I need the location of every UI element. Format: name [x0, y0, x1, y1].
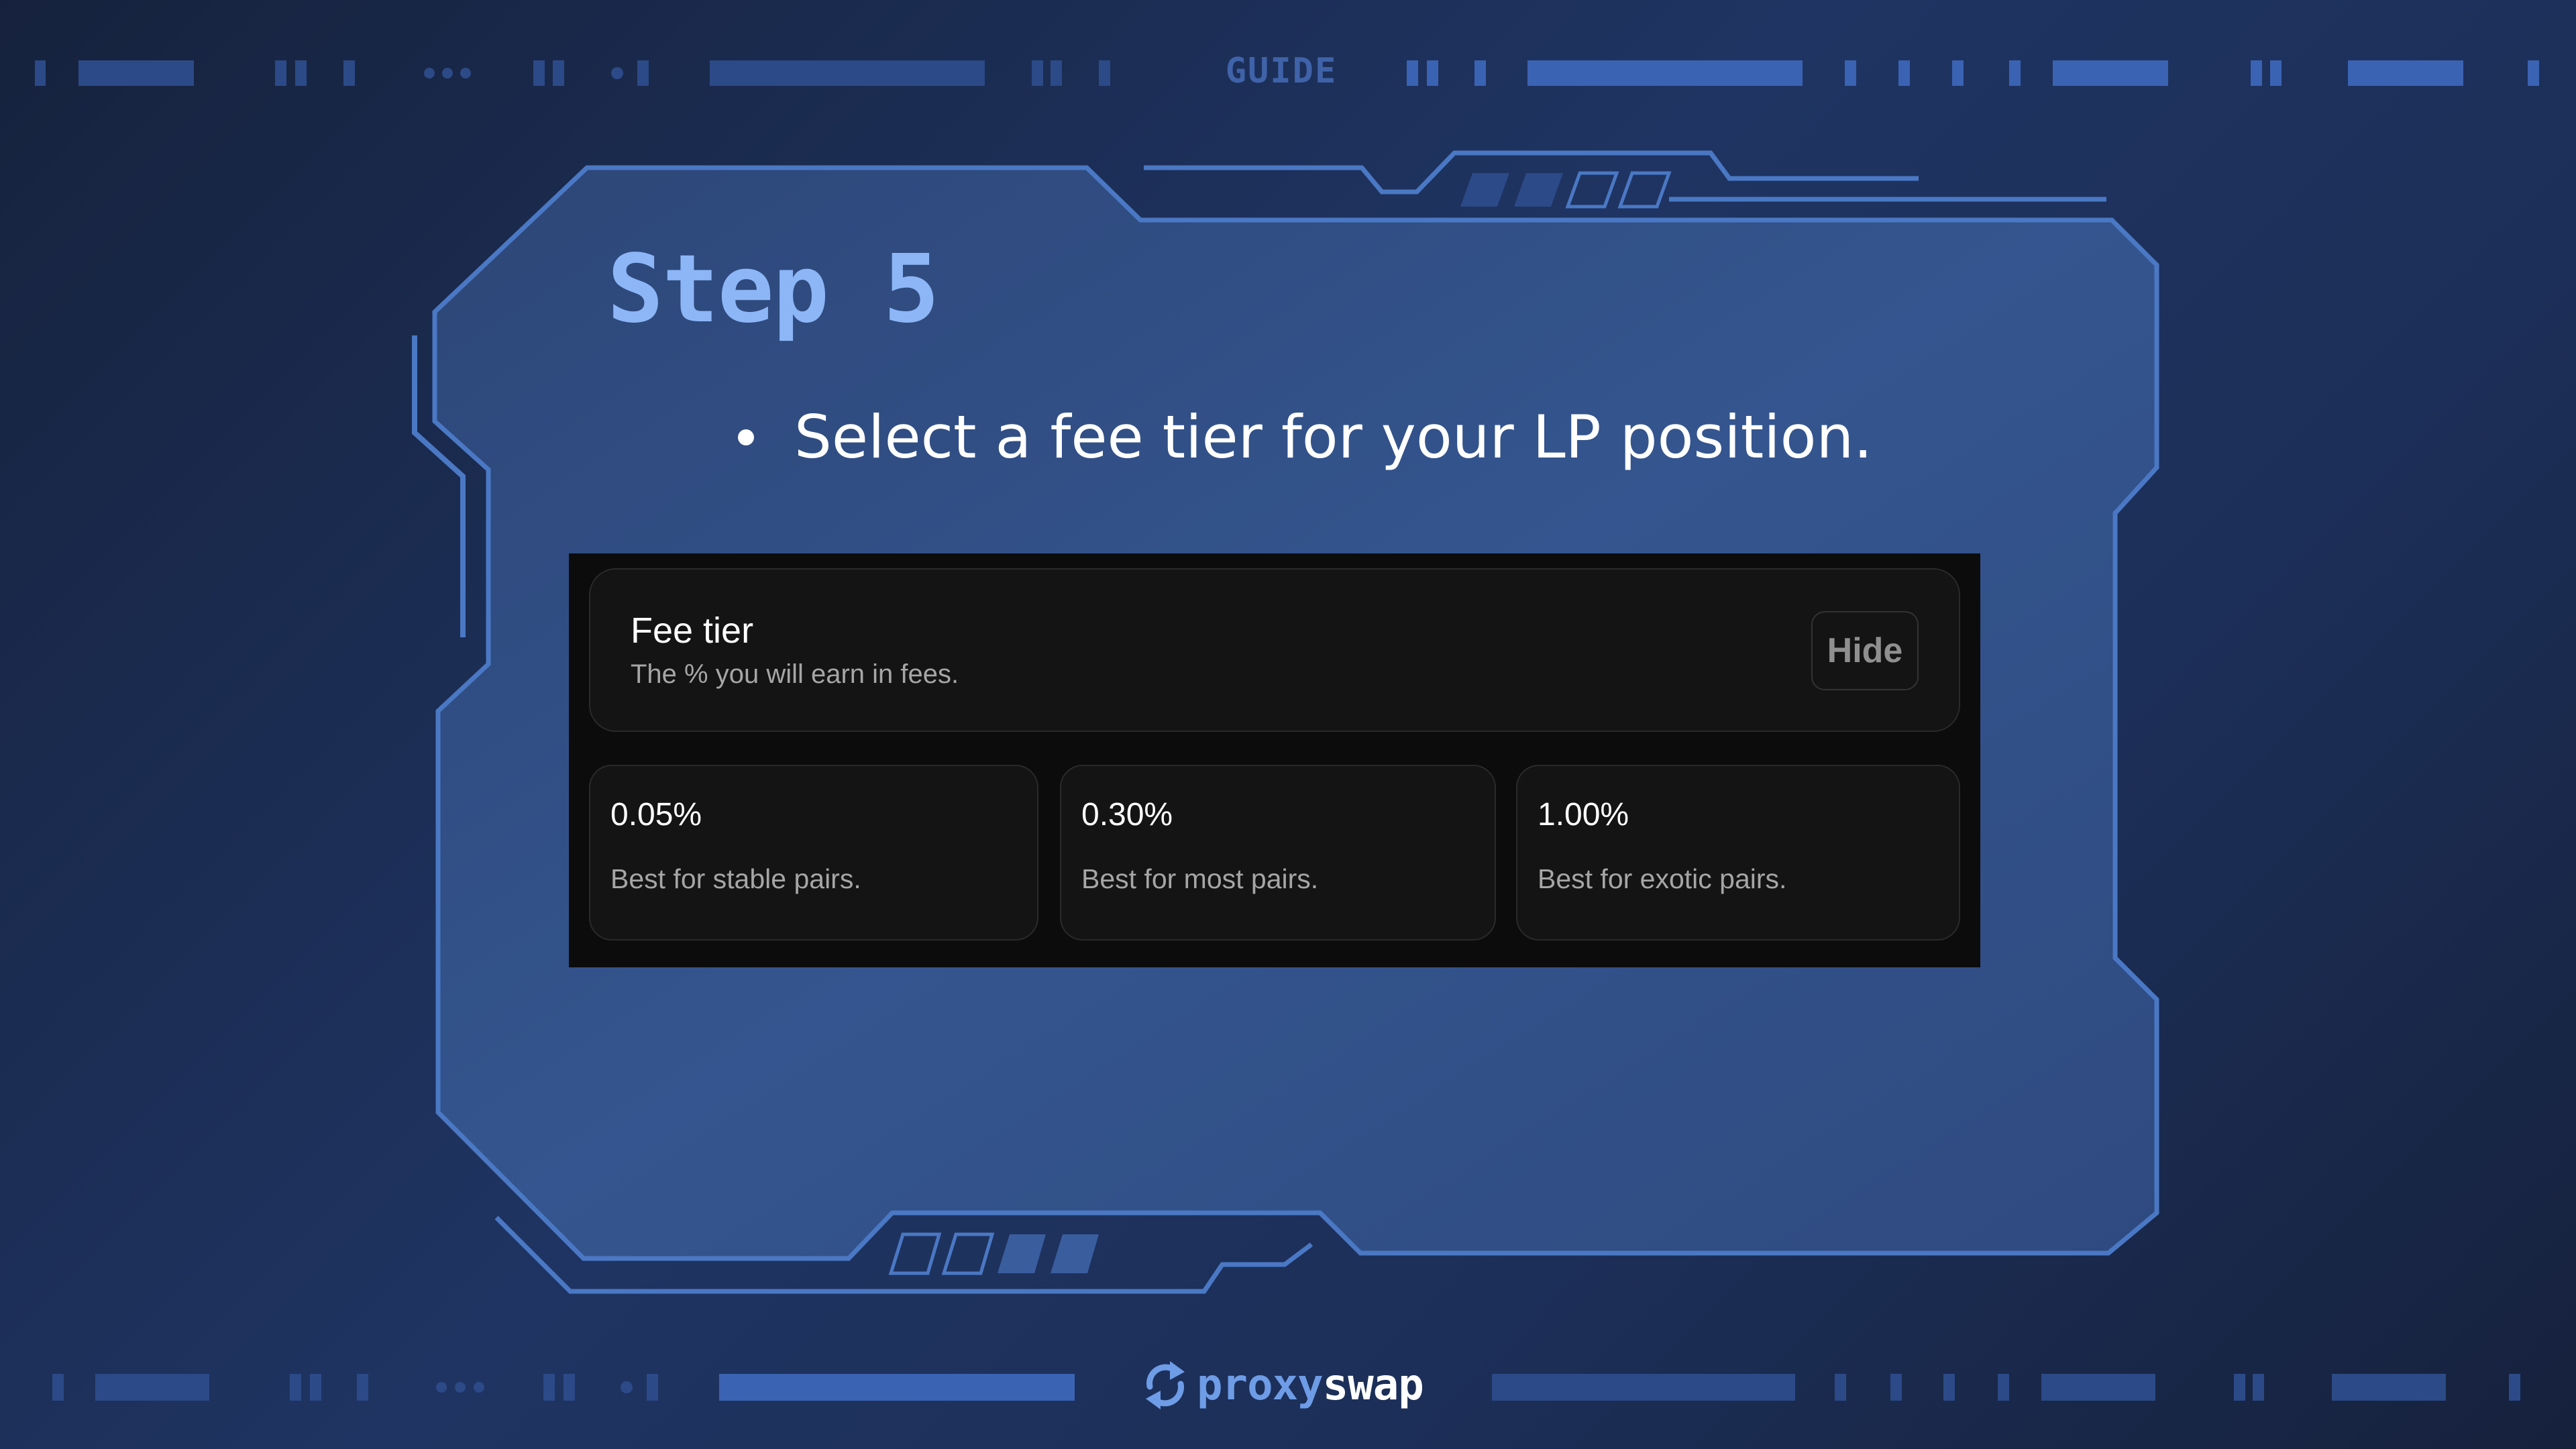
fee-tier-title: Fee tier	[631, 610, 754, 651]
hide-button[interactable]: Hide	[1811, 611, 1919, 690]
proxyswap-logo: proxyswap	[1140, 1357, 1424, 1413]
brand-name-part1: proxy	[1197, 1360, 1324, 1410]
fee-tier-description: Best for most pairs.	[1081, 863, 1319, 894]
bullet-dot-icon	[738, 429, 754, 445]
step-title: Step 5	[607, 235, 940, 344]
fee-tier-description: Best for exotic pairs.	[1538, 863, 1787, 894]
fee-tier-description: Best for stable pairs.	[610, 863, 861, 894]
fee-tier-panel: Fee tier The % you will earn in fees. Hi…	[569, 553, 1980, 967]
brand-name: proxyswap	[1197, 1360, 1424, 1410]
fee-tier-header-card: Fee tier The % you will earn in fees. Hi…	[589, 568, 1960, 732]
instruction-bullet: Select a fee tier for your LP position.	[738, 402, 1872, 472]
fee-tier-option-0-30[interactable]: 0.30% Best for most pairs.	[1060, 765, 1496, 941]
fee-tier-option-0-05[interactable]: 0.05% Best for stable pairs.	[589, 765, 1038, 941]
instruction-text: Select a fee tier for your LP position.	[794, 402, 1873, 472]
fee-tier-option-1-00[interactable]: 1.00% Best for exotic pairs.	[1516, 765, 1960, 941]
fee-tier-value: 0.30%	[1081, 797, 1173, 833]
fee-tier-value: 1.00%	[1538, 797, 1629, 833]
guide-label: GUIDE	[1225, 51, 1338, 91]
brand-name-part2: swap	[1322, 1360, 1424, 1410]
swap-arrows-icon	[1146, 1361, 1185, 1409]
fee-tier-value: 0.05%	[610, 797, 702, 833]
top-connector-lines	[1144, 150, 2106, 209]
fee-tier-subtitle: The % you will earn in fees.	[631, 659, 959, 689]
